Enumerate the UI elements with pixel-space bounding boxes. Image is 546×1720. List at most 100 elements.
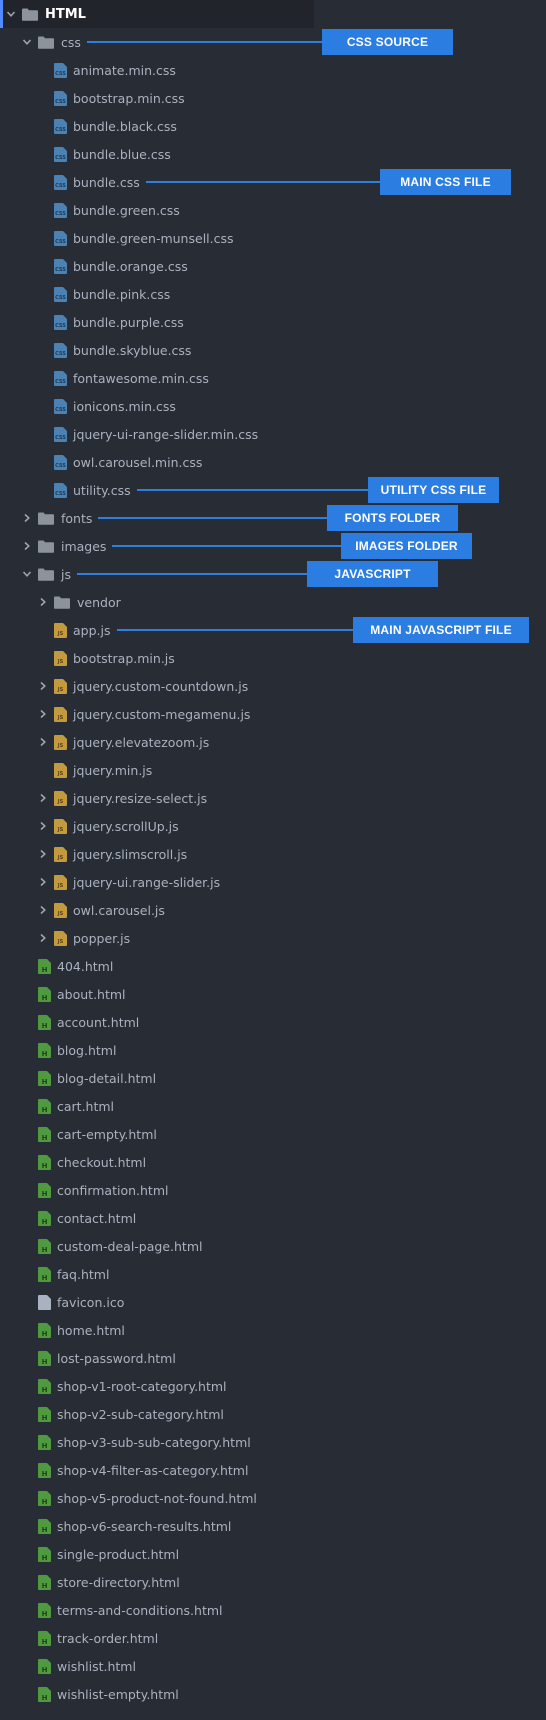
file-row-owl-carousel-min-css[interactable]: CSS owl.carousel.min.css [0, 448, 202, 476]
file-row-jquery-custom-megamenu-js[interactable]: JS jquery.custom-megamenu.js [0, 700, 250, 728]
file-row-cart-html[interactable]: Hcart.html [0, 1092, 114, 1120]
file-row-checkout-html[interactable]: Hcheckout.html [0, 1148, 146, 1176]
chevron-right-icon[interactable] [36, 707, 50, 721]
file-row-shop-v2-sub-category-html[interactable]: Hshop-v2-sub-category.html [0, 1400, 224, 1428]
annotation-leader-line [77, 573, 307, 575]
chevron-right-icon[interactable] [20, 511, 34, 525]
file-row-jquery-custom-countdown-js[interactable]: JS jquery.custom-countdown.js [0, 672, 248, 700]
chevron-down-icon[interactable] [20, 35, 34, 49]
folder-row-fonts[interactable]: fonts [0, 504, 92, 532]
chevron-right-icon[interactable] [36, 847, 50, 861]
file-row-jquery-resize-select-js[interactable]: JS jquery.resize-select.js [0, 784, 207, 812]
folder-row-vendor[interactable]: vendor [0, 588, 121, 616]
file-row-wishlist-empty-html[interactable]: Hwishlist-empty.html [0, 1680, 179, 1708]
file-row-shop-v6-search-results-html[interactable]: Hshop-v6-search-results.html [0, 1512, 231, 1540]
file-row-jquery-slimscroll-js[interactable]: JS jquery.slimscroll.js [0, 840, 187, 868]
html-file-icon: H [38, 1266, 51, 1282]
tree-item-label: ionicons.min.css [73, 398, 176, 414]
file-row-terms-and-conditions-html[interactable]: Hterms-and-conditions.html [0, 1596, 223, 1624]
file-row-about-html[interactable]: Habout.html [0, 980, 126, 1008]
file-row-lost-password-html[interactable]: Hlost-password.html [0, 1344, 176, 1372]
tree-item-label: jquery.custom-countdown.js [73, 678, 249, 694]
tree-item-label: bundle.pink.css [73, 286, 171, 302]
file-row-bootstrap-min-js[interactable]: JS bootstrap.min.js [0, 644, 175, 672]
file-row-single-product-html[interactable]: Hsingle-product.html [0, 1540, 179, 1568]
file-row-shop-v5-product-not-found-html[interactable]: Hshop-v5-product-not-found.html [0, 1484, 257, 1512]
html-file-icon: H [38, 1098, 51, 1114]
file-row-account-html[interactable]: Haccount.html [0, 1008, 139, 1036]
file-row-app-js[interactable]: JS app.js [0, 616, 111, 644]
chevron-right-icon[interactable] [36, 903, 50, 917]
file-row-bundle-black-css[interactable]: CSS bundle.black.css [0, 112, 177, 140]
chevron-right-icon[interactable] [36, 791, 50, 805]
tree-item-label: fonts [61, 510, 93, 526]
tree-item-label: utility.css [73, 482, 131, 498]
file-row-jquery-min-js[interactable]: JS jquery.min.js [0, 756, 152, 784]
file-row-custom-deal-page-html[interactable]: Hcustom-deal-page.html [0, 1232, 202, 1260]
file-row-utility-css[interactable]: CSS utility.css [0, 476, 131, 504]
file-row-favicon-ico[interactable]: favicon.ico [0, 1288, 124, 1316]
file-row-cart-empty-html[interactable]: Hcart-empty.html [0, 1120, 157, 1148]
file-row-animate-min-css[interactable]: CSS animate.min.css [0, 56, 176, 84]
file-row-bundle-css[interactable]: CSS bundle.css [0, 168, 140, 196]
file-row-404-html[interactable]: H 404.html [0, 952, 113, 980]
chevron-right-icon[interactable] [36, 595, 50, 609]
file-row-popper-js[interactable]: JS popper.js [0, 924, 130, 952]
file-row-bundle-orange-css[interactable]: CSS bundle.orange.css [0, 252, 188, 280]
chevron-right-icon[interactable] [36, 931, 50, 945]
file-row-bundle-skyblue-css[interactable]: CSS bundle.skyblue.css [0, 336, 191, 364]
file-row-bundle-green-munsell-css[interactable]: CSS bundle.green-munsell.css [0, 224, 234, 252]
file-row-fontawesome-min-css[interactable]: CSS fontawesome.min.css [0, 364, 209, 392]
file-row-confirmation-html[interactable]: Hconfirmation.html [0, 1176, 168, 1204]
file-row-faq-html[interactable]: Hfaq.html [0, 1260, 109, 1288]
chevron-right-icon[interactable] [36, 819, 50, 833]
folder-row-css[interactable]: css [0, 28, 81, 56]
file-row-home-html[interactable]: Hhome.html [0, 1316, 125, 1344]
folder-row-js[interactable]: js [0, 560, 71, 588]
file-row-jquery-elevatezoom-js[interactable]: JS jquery.elevatezoom.js [0, 728, 209, 756]
folder-icon [38, 568, 54, 581]
file-row-shop-v1-root-category-html[interactable]: Hshop-v1-root-category.html [0, 1372, 227, 1400]
file-row-owl-carousel-js[interactable]: JS owl.carousel.js [0, 896, 165, 924]
file-row-contact-html[interactable]: Hcontact.html [0, 1204, 136, 1232]
file-row-shop-v3-sub-sub-category-html[interactable]: Hshop-v3-sub-sub-category.html [0, 1428, 251, 1456]
file-row-jquery-scrollup-js[interactable]: JS jquery.scrollUp.js [0, 812, 179, 840]
ico-file-icon [38, 1294, 51, 1310]
file-row-ionicons-min-css[interactable]: CSS ionicons.min.css [0, 392, 176, 420]
folder-icon [38, 540, 54, 553]
file-row-bootstrap-min-css[interactable]: CSS bootstrap.min.css [0, 84, 185, 112]
file-row-bundle-pink-css[interactable]: CSS bundle.pink.css [0, 280, 170, 308]
file-row-jquery-ui-range-slider-min-css[interactable]: CSS jquery-ui-range-slider.min.css [0, 420, 258, 448]
folder-row-images[interactable]: images [0, 532, 106, 560]
file-row-jquery-ui-range-slider-js[interactable]: JS jquery-ui.range-slider.js [0, 868, 220, 896]
js-file-icon: JS [54, 902, 67, 918]
tree-item-label: jquery-ui.range-slider.js [73, 874, 221, 890]
chevron-right-icon[interactable] [36, 679, 50, 693]
chevron-right-icon[interactable] [20, 539, 34, 553]
file-row-store-directory-html[interactable]: Hstore-directory.html [0, 1568, 180, 1596]
file-row-shop-v4-filter-as-category-html[interactable]: Hshop-v4-filter-as-category.html [0, 1456, 248, 1484]
html-file-icon: H [38, 1518, 51, 1534]
file-row-track-order-html[interactable]: Htrack-order.html [0, 1624, 158, 1652]
file-row-wishlist-html[interactable]: Hwishlist.html [0, 1652, 136, 1680]
chevron-right-icon[interactable] [36, 735, 50, 749]
html-file-icon: H [38, 1126, 51, 1142]
file-row-bundle-green-css[interactable]: CSS bundle.green.css [0, 196, 180, 224]
chevron-down-icon[interactable] [20, 567, 34, 581]
tree-item-label: wishlist-empty.html [57, 1686, 179, 1702]
folder-row-html[interactable]: HTML [0, 0, 314, 28]
chevron-right-icon[interactable] [36, 875, 50, 889]
tree-item-label: jquery.slimscroll.js [73, 846, 188, 862]
file-row-blog-html[interactable]: Hblog.html [0, 1036, 116, 1064]
file-row-bundle-blue-css[interactable]: CSS bundle.blue.css [0, 140, 171, 168]
file-row-blog-detail-html[interactable]: Hblog-detail.html [0, 1064, 156, 1092]
tree-item-label: jquery.min.js [73, 762, 153, 778]
file-row-bundle-purple-css[interactable]: CSS bundle.purple.css [0, 308, 184, 336]
chevron-down-icon[interactable] [4, 7, 18, 21]
